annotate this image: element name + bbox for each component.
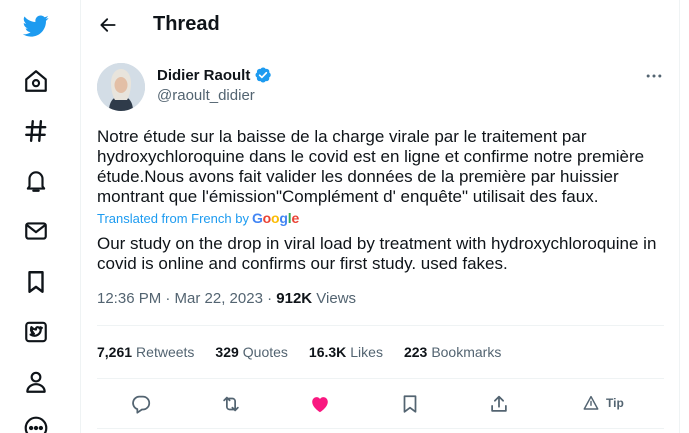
bookmarks-stat[interactable]: 223 Bookmarks — [404, 344, 501, 360]
tip-icon — [583, 395, 599, 410]
retweets-label: Retweets — [136, 344, 195, 360]
divider — [97, 378, 664, 379]
divider — [97, 428, 664, 429]
author-name-text[interactable]: Didier Raoult — [157, 67, 250, 84]
bookmarks-label: Bookmarks — [431, 344, 502, 360]
reply-icon — [132, 395, 151, 414]
tip-label: Tip — [606, 396, 624, 410]
engagement-stats: 7,261 Retweets 329 Quotes 16.3K Likes 223 Bo… — [97, 344, 522, 360]
home-icon[interactable] — [16, 61, 56, 101]
quotes-stat[interactable]: 329 Quotes — [215, 344, 288, 360]
page-title: Thread — [153, 13, 220, 35]
explore-icon[interactable] — [16, 111, 56, 151]
author-name[interactable]: Didier Raoult — [157, 66, 272, 84]
more-options-button[interactable] — [641, 64, 667, 88]
twitter-blue-icon[interactable] — [16, 312, 56, 352]
notifications-icon[interactable] — [16, 161, 56, 201]
retweet-icon — [223, 396, 239, 412]
retweet-button[interactable] — [218, 391, 244, 417]
tweet-meta: 12:36 PM · Mar 22, 2023 · 912K Views — [97, 290, 356, 307]
retweets-stat[interactable]: 7,261 Retweets — [97, 344, 194, 360]
like-button[interactable] — [307, 391, 333, 417]
translated-label[interactable]: Translated from French by — [97, 211, 249, 226]
author-handle[interactable]: @raoult_didier — [157, 87, 255, 104]
tip-button[interactable]: Tip — [582, 394, 624, 412]
retweets-count: 7,261 — [97, 344, 133, 360]
profile-icon[interactable] — [16, 362, 56, 402]
left-nav — [0, 0, 80, 433]
likes-count: 16.3K — [308, 344, 347, 360]
quotes-count: 329 — [215, 344, 239, 360]
translation-attribution[interactable]: Translated from French by Google — [97, 210, 299, 226]
views-count: 912K — [276, 290, 313, 307]
heart-filled-icon — [312, 397, 328, 413]
arrow-left-icon — [100, 18, 116, 32]
tweet-translation: Our study on the drop in viral load by t… — [97, 234, 657, 273]
views-label: Views — [312, 290, 357, 307]
verified-badge-icon[interactable] — [254, 66, 272, 84]
nav-divider — [80, 0, 81, 433]
messages-icon[interactable] — [16, 211, 56, 251]
more-icon[interactable] — [16, 408, 56, 433]
google-logo: Google — [251, 210, 300, 226]
back-button[interactable] — [91, 8, 125, 42]
share-button[interactable] — [486, 391, 512, 417]
bookmark-icon — [403, 395, 417, 413]
bookmarks-count: 223 — [403, 344, 428, 360]
reply-button[interactable] — [128, 391, 154, 417]
bookmark-button[interactable] — [397, 391, 423, 417]
likes-stat[interactable]: 16.3K Likes — [309, 344, 383, 360]
share-icon — [491, 395, 507, 412]
twitter-logo-icon[interactable] — [16, 6, 56, 46]
ellipsis-icon — [646, 74, 662, 78]
avatar[interactable] — [97, 63, 145, 111]
column-divider — [679, 0, 680, 433]
divider — [97, 325, 664, 326]
tweet-timestamp[interactable]: 12:36 PM · Mar 22, 2023 · — [97, 290, 276, 307]
likes-label: Likes — [350, 344, 383, 360]
bookmarks-icon[interactable] — [16, 262, 56, 302]
tweet-text: Notre étude sur la baisse de la charge v… — [97, 127, 645, 206]
quotes-label: Quotes — [242, 344, 288, 360]
